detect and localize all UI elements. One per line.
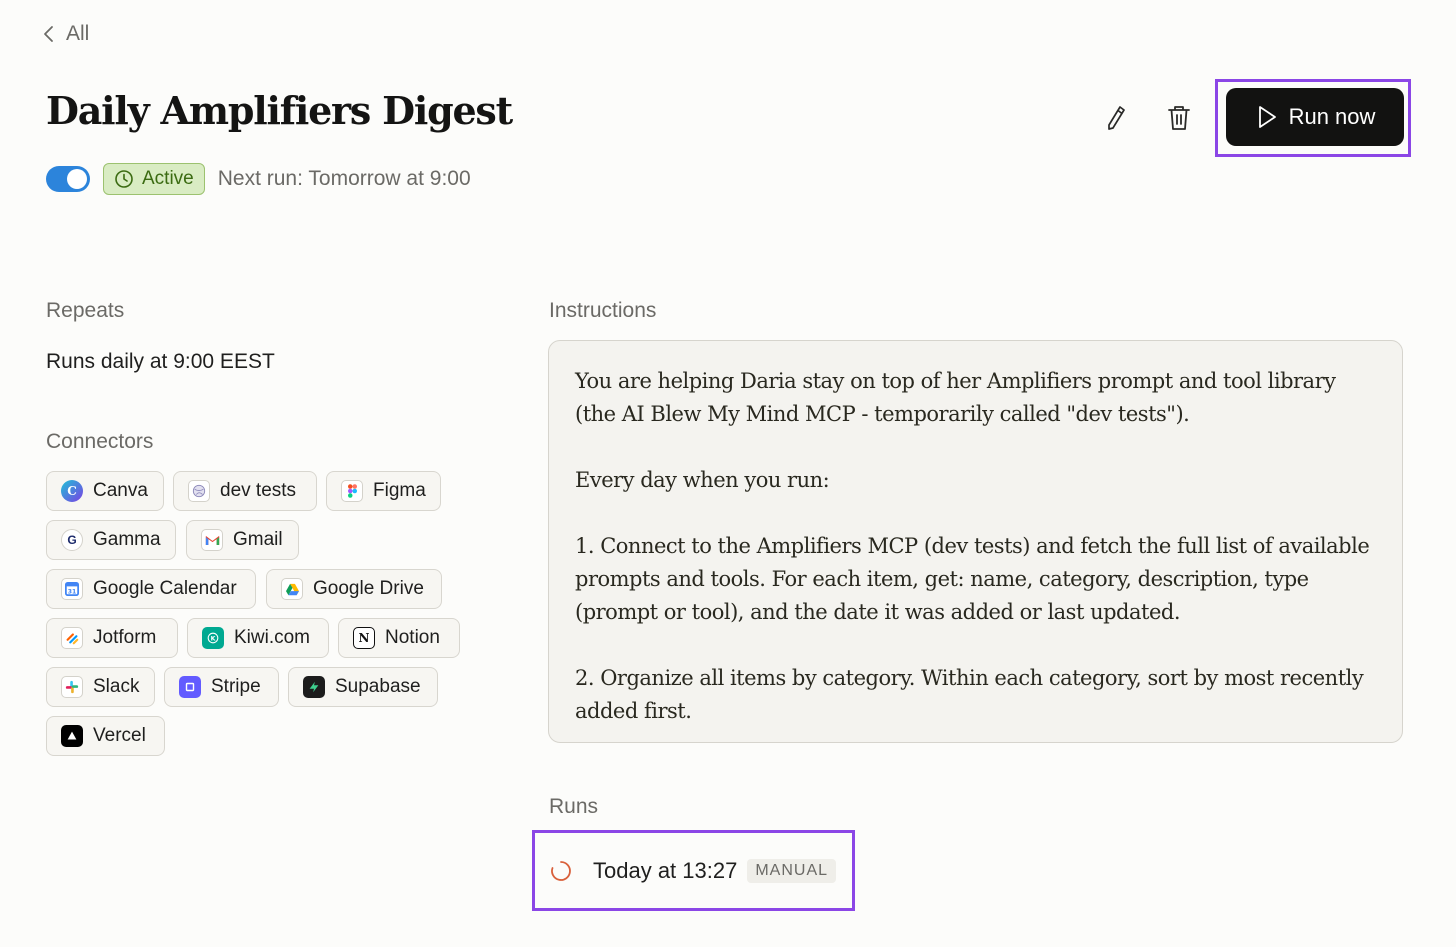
run-now-button[interactable]: Run now: [1226, 88, 1404, 146]
connector-label: Stripe: [211, 676, 261, 697]
spinner-icon: [551, 861, 571, 881]
connector-chip-notion[interactable]: N Notion: [338, 618, 460, 658]
connector-chip-figma[interactable]: Figma: [326, 471, 441, 511]
pencil-icon: [1108, 106, 1125, 130]
connector-label: dev tests: [220, 480, 297, 501]
connector-chip-stripe[interactable]: Stripe: [164, 667, 279, 707]
back-link[interactable]: All: [42, 22, 89, 46]
vercel-icon: [61, 725, 83, 747]
connector-label: Canva: [93, 480, 148, 501]
connector-chip-dev-tests[interactable]: dev tests: [173, 471, 317, 511]
active-toggle[interactable]: [46, 166, 90, 192]
chevron-left-icon: [44, 26, 53, 42]
stripe-icon: [179, 676, 201, 698]
connector-chip-kiwi[interactable]: K Kiwi.com: [187, 618, 329, 658]
connector-label: Gamma: [93, 529, 161, 550]
gmail-icon: [201, 529, 223, 551]
connector-label: Google Drive: [313, 578, 424, 599]
svg-text:K: K: [211, 636, 216, 643]
connector-chip-gmail[interactable]: Gmail: [186, 520, 299, 560]
instructions-paragraph: You are helping Daria stay on top of her…: [575, 369, 1336, 426]
instructions-paragraph: Every day when you run:: [575, 468, 830, 492]
play-icon: [1258, 106, 1276, 128]
globe-icon: [188, 480, 210, 502]
status-badge-label: Active: [142, 168, 194, 189]
clock-icon: [115, 170, 133, 188]
figma-icon: [341, 480, 363, 502]
connector-chip-google-calendar[interactable]: 31 Google Calendar: [46, 569, 256, 609]
run-time: Today at 13:27: [593, 858, 738, 883]
jotform-icon: [61, 627, 83, 649]
connector-chip-supabase[interactable]: Supabase: [288, 667, 438, 707]
connector-label: Jotform: [93, 627, 157, 648]
next-run-text: Next run: Tomorrow at 9:00: [217, 167, 471, 190]
status-badge: Active: [103, 163, 205, 195]
svg-text:31: 31: [68, 588, 77, 595]
canva-icon: C: [61, 480, 83, 502]
delete-button[interactable]: [1159, 98, 1199, 138]
connector-label: Kiwi.com: [234, 627, 311, 648]
supabase-icon: [303, 676, 325, 698]
run-list-item[interactable]: Today at 13:27 MANUAL: [550, 852, 837, 890]
connector-label: Vercel: [93, 725, 146, 746]
connector-chip-gamma[interactable]: G Gamma: [46, 520, 176, 560]
edit-button[interactable]: [1096, 98, 1136, 138]
connector-chip-vercel[interactable]: Vercel: [46, 716, 165, 756]
connector-chip-slack[interactable]: Slack: [46, 667, 155, 707]
instructions-paragraph: 2. Organize all items by category. Withi…: [575, 666, 1364, 723]
connector-label: Notion: [385, 627, 440, 648]
connector-label: Google Calendar: [93, 578, 237, 599]
trash-icon: [1168, 106, 1190, 130]
connector-label: Figma: [373, 480, 426, 501]
google-calendar-icon: 31: [61, 578, 83, 600]
slack-icon: [61, 676, 83, 698]
repeats-value: Runs daily at 9:00 EEST: [46, 350, 275, 373]
instructions-label: Instructions: [549, 299, 657, 322]
connector-chip-canva[interactable]: C Canva: [46, 471, 164, 511]
connector-label: Slack: [93, 676, 140, 697]
run-trigger-badge: MANUAL: [747, 859, 837, 883]
connector-label: Supabase: [335, 676, 421, 697]
kiwi-icon: K: [202, 627, 224, 649]
toggle-knob: [67, 169, 87, 189]
connector-chip-jotform[interactable]: Jotform: [46, 618, 178, 658]
instructions-paragraph: 1. Connect to the Amplifiers MCP (dev te…: [575, 534, 1370, 624]
gamma-icon: G: [61, 529, 83, 551]
runs-label: Runs: [549, 795, 599, 818]
run-now-label: Run now: [1288, 104, 1376, 129]
google-drive-icon: [281, 578, 303, 600]
repeats-label: Repeats: [46, 299, 125, 322]
status-row: Active Next run: Tomorrow at 9:00: [46, 163, 471, 195]
page-title: Daily Amplifiers Digest: [46, 88, 513, 133]
connectors-label: Connectors: [46, 430, 154, 453]
notion-icon: N: [353, 627, 375, 649]
connector-chip-google-drive[interactable]: Google Drive: [266, 569, 442, 609]
back-link-label: All: [66, 22, 90, 45]
connector-label: Gmail: [233, 529, 283, 550]
instructions-box: You are helping Daria stay on top of her…: [548, 340, 1403, 743]
